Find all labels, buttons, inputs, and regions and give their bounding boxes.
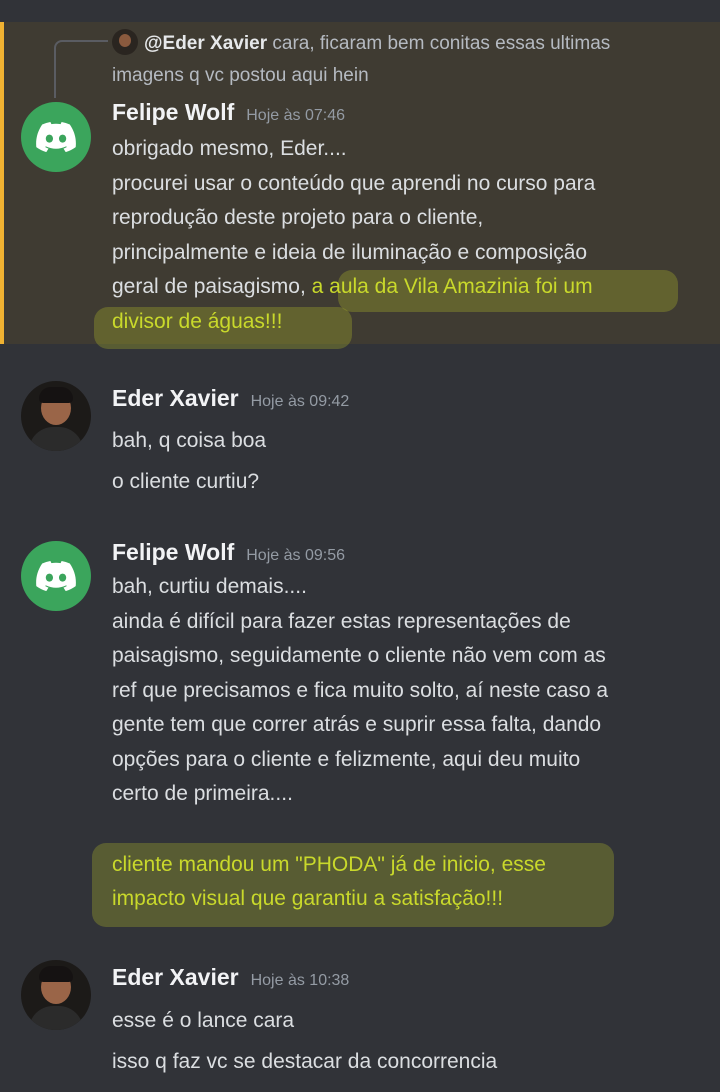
author-name[interactable]: Felipe Wolf [112, 99, 234, 125]
message-header: Eder Xavier Hoje às 09:42 [112, 385, 349, 415]
message-line: impacto visual que garantiu a satisfação… [112, 882, 712, 917]
reply-text-first: cara, ficaram bem conitas essas ultimas [272, 33, 611, 54]
user-avatar[interactable] [21, 381, 91, 451]
message-line: obrigado mesmo, Eder.... [112, 137, 347, 160]
message-line: reprodução deste projeto para o cliente, [112, 206, 484, 229]
discord-avatar[interactable] [21, 541, 91, 611]
highlighted-text: a aula da Vila Amazinia foi um [311, 275, 593, 298]
message-content: bah, q coisa boa o cliente curtiu? [112, 420, 712, 502]
message-line: divisor de águas!!! [112, 305, 712, 340]
reply-mention[interactable]: @Eder Xavier [144, 33, 267, 54]
message-timestamp: Hoje às 09:56 [246, 547, 345, 564]
reply-text-second: imagens q vc postou aqui hein [112, 65, 369, 86]
message-line: o cliente curtiu? [112, 470, 260, 493]
message-timestamp: Hoje às 10:38 [250, 972, 350, 989]
message-line: paisagismo, seguidamente o cliente não v… [112, 644, 606, 667]
message-content: bah, curtiu demais.... ainda é difícil p… [112, 570, 712, 917]
discord-avatar[interactable] [21, 102, 91, 172]
message-content: esse é o lance cara isso q faz vc se des… [112, 1000, 712, 1082]
author-name[interactable]: Felipe Wolf [112, 539, 234, 565]
message-timestamp: Hoje às 09:42 [250, 393, 350, 410]
message-line: ainda é difícil para fazer estas represe… [112, 609, 571, 633]
discord-logo-icon [36, 122, 76, 152]
author-name[interactable]: Eder Xavier [112, 385, 239, 411]
reply-avatar [112, 29, 138, 55]
message-line: ref que precisamos e fica muito solto, a… [112, 678, 609, 702]
message-line: cliente mandou um "PHODA" já de inicio, … [112, 848, 712, 883]
message-header: Felipe Wolf Hoje às 07:46 [112, 99, 345, 129]
message-header: Felipe Wolf Hoje às 09:56 [112, 539, 345, 569]
highlighted-text: cliente mandou um "PHODA" já de inicio, … [112, 852, 546, 876]
message-line: bah, curtiu demais.... [112, 575, 307, 598]
message-line: isso q faz vc se destacar da concorrenci… [112, 1050, 498, 1073]
message-line: principalmente e ideia de iluminação e c… [112, 240, 588, 264]
message-line: opções para o cliente e felizmente, aqui… [112, 747, 581, 771]
message-line: esse é o lance cara [112, 1009, 295, 1032]
discord-logo-icon [36, 561, 76, 591]
user-avatar[interactable] [21, 960, 91, 1030]
author-name[interactable]: Eder Xavier [112, 964, 239, 990]
highlighted-text: divisor de águas!!! [112, 309, 283, 333]
message-content: obrigado mesmo, Eder.... procurei usar o… [112, 132, 712, 339]
message-timestamp: Hoje às 07:46 [246, 107, 345, 124]
reply-connector-line [54, 40, 108, 98]
highlighted-text: impacto visual que garantiu a satisfação… [112, 887, 504, 910]
message-line: procurei usar o conteúdo que aprendi no … [112, 171, 596, 195]
message-line: geral de paisagismo, a aula da Vila Amaz… [112, 270, 712, 305]
message-line: gente tem que correr atrás e suprir essa… [112, 713, 602, 736]
highlight-accent-bar [0, 22, 4, 344]
message-line: certo de primeira.... [112, 782, 293, 805]
reply-preview[interactable]: @Eder Xavier cara, ficaram bem conitas e… [112, 28, 702, 92]
message-text: geral de paisagismo, [112, 275, 312, 298]
message-header: Eder Xavier Hoje às 10:38 [112, 964, 349, 994]
message-line: bah, q coisa boa [112, 429, 267, 452]
